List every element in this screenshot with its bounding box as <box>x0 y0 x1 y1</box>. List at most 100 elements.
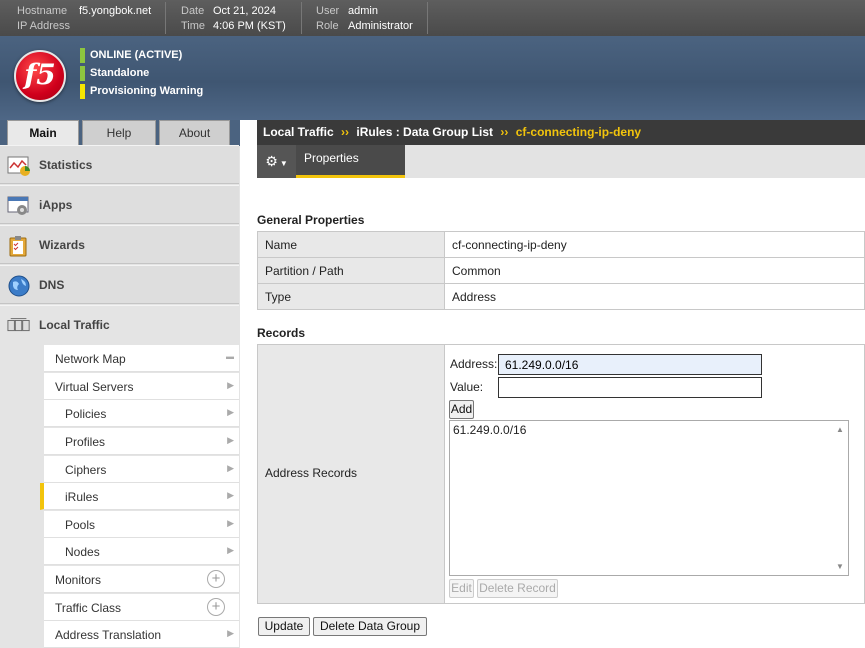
host-info: Hostname f5.yongbok.net IP Address <box>17 4 151 34</box>
scroll-down-icon[interactable]: ▼ <box>836 562 844 571</box>
time-value: 4:06 PM (KST) <box>213 20 286 32</box>
nav-wizards[interactable]: Wizards <box>0 225 239 264</box>
general-properties-table: Name cf-connecting-ip-deny Partition / P… <box>257 231 865 310</box>
name-value: cf-connecting-ip-deny <box>444 231 865 258</box>
status-online: ONLINE (ACTIVE) <box>80 48 182 63</box>
type-value: Address <box>444 283 865 310</box>
chevron-right-icon: ▶ <box>227 380 234 390</box>
sidebar-item-monitors[interactable]: Monitors + <box>44 566 239 593</box>
partition-path-value: Common <box>444 257 865 284</box>
sidebar-item-traffic-class[interactable]: Traffic Class + <box>44 594 239 621</box>
nav-dns[interactable]: DNS <box>0 265 239 304</box>
status-provisioning-text[interactable]: Provisioning Warning <box>90 85 203 97</box>
chevron-right-icon: ▶ <box>227 435 234 445</box>
breadcrumb-local-traffic[interactable]: Local Traffic <box>263 125 334 139</box>
role-value: Administrator <box>348 20 413 32</box>
iapps-icon <box>7 196 29 215</box>
sidebar-item-irules[interactable]: iRules ▶ <box>40 483 239 510</box>
sidebar-item-label: Monitors <box>55 573 102 587</box>
sidebar-item-label: Traffic Class <box>55 601 122 615</box>
user-value: admin <box>348 5 378 17</box>
chevron-right-icon: ▶ <box>227 490 234 500</box>
list-icon: ▬ <box>226 352 234 361</box>
table-row: Name cf-connecting-ip-deny <box>257 231 865 258</box>
add-button[interactable]: Add <box>449 400 474 419</box>
delete-data-group-button[interactable]: Delete Data Group <box>313 617 427 636</box>
value-input[interactable] <box>498 377 762 398</box>
breadcrumb-current: cf-connecting-ip-deny <box>515 125 642 139</box>
wizards-icon <box>9 236 27 257</box>
add-icon[interactable]: + <box>207 598 225 616</box>
ip-address-label: IP Address <box>17 20 70 32</box>
settings-menu-button[interactable]: ⚙ ▼ <box>257 145 296 178</box>
sidebar-item-policies[interactable]: Policies ▶ <box>44 400 239 427</box>
nav-local-traffic-label: Local Traffic <box>39 318 110 332</box>
f5-logo[interactable]: f5 <box>14 50 66 102</box>
sidebar-item-label: Network Map <box>55 352 126 366</box>
chevron-down-icon: ▼ <box>279 159 288 168</box>
address-input[interactable] <box>498 354 762 375</box>
address-records-label: Address Records <box>265 466 358 480</box>
add-icon[interactable]: + <box>207 570 225 588</box>
table-row: Partition / Path Common <box>257 257 865 284</box>
delete-record-button[interactable]: Delete Record <box>477 579 558 598</box>
nav-local-traffic[interactable]: Local Traffic <box>0 305 239 344</box>
tab-about[interactable]: About <box>159 120 230 146</box>
role-label: Role <box>316 20 339 32</box>
breadcrumb: Local Traffic ›› iRules : Data Group Lis… <box>257 120 865 145</box>
sidebar-item-network-map[interactable]: Network Map ▬ <box>44 345 239 372</box>
sidebar-item-virtual-servers[interactable]: Virtual Servers ▶ <box>44 373 239 400</box>
tab-help[interactable]: Help <box>82 120 156 146</box>
breadcrumb-data-group-list[interactable]: iRules : Data Group List <box>356 125 493 139</box>
sidebar-item-label: Profiles <box>65 435 106 449</box>
chevron-right-icon: ▶ <box>227 518 234 528</box>
date-label: Date <box>181 5 205 17</box>
sidebar-item-label: iRules <box>65 490 99 504</box>
nav-dns-label: DNS <box>39 278 65 292</box>
status-standalone-text: Standalone <box>90 67 150 79</box>
name-label: Name <box>257 231 445 258</box>
tab-properties[interactable]: Properties <box>296 145 405 178</box>
nav-wizards-label: Wizards <box>39 238 85 252</box>
address-records-list[interactable]: 61.249.0.0/16 ▲ ▼ <box>449 420 849 576</box>
statistics-icon <box>7 156 30 176</box>
value-label: Value: <box>450 380 484 394</box>
chevron-right-icon: ▶ <box>227 407 234 417</box>
sidebar-item-pools[interactable]: Pools ▶ <box>44 511 239 538</box>
status-indicator <box>80 84 85 99</box>
dns-globe-icon <box>8 275 30 297</box>
edit-button[interactable]: Edit <box>449 579 474 598</box>
sidebar-item-ciphers[interactable]: Ciphers ▶ <box>44 456 239 483</box>
list-item[interactable]: 61.249.0.0/16 <box>453 423 526 437</box>
nav-statistics[interactable]: Statistics <box>0 145 239 184</box>
sidebar-item-address-translation[interactable]: Address Translation ▶ <box>44 621 239 648</box>
date-value: Oct 21, 2024 <box>213 5 276 17</box>
tab-main[interactable]: Main <box>7 120 79 146</box>
chevron-right-icon: ▶ <box>227 463 234 473</box>
address-label: Address: <box>450 357 498 371</box>
general-properties-title: General Properties <box>257 213 365 227</box>
sidebar-item-label: Ciphers <box>65 463 107 477</box>
scroll-up-icon[interactable]: ▲ <box>836 425 844 434</box>
nav-iapps[interactable]: iApps <box>0 185 239 224</box>
status-indicator <box>80 48 85 63</box>
type-label: Type <box>257 283 445 310</box>
sidebar-item-profiles[interactable]: Profiles ▶ <box>44 428 239 455</box>
sidebar-item-label: Virtual Servers <box>55 380 134 394</box>
banner: f5 ONLINE (ACTIVE) Standalone Provisioni… <box>0 36 865 120</box>
address-records-label-cell: Address Records <box>258 345 445 603</box>
table-row: Type Address <box>257 283 865 310</box>
sidebar-item-label: Address Translation <box>55 628 162 642</box>
status-standalone: Standalone <box>80 66 149 81</box>
status-provisioning-warning[interactable]: Provisioning Warning <box>80 84 203 99</box>
breadcrumb-separator: ›› <box>341 125 350 139</box>
main-tabs: Main Help About <box>0 120 240 146</box>
datetime-info: Date Oct 21, 2024 Time 4:06 PM (KST) <box>181 4 286 34</box>
chevron-right-icon: ▶ <box>227 545 234 555</box>
partition-path-label: Partition / Path <box>257 257 445 284</box>
left-navigation: Main Help About Statistics iApps Wizards <box>0 120 240 648</box>
sidebar-item-label: Pools <box>65 518 96 532</box>
sidebar-item-nodes[interactable]: Nodes ▶ <box>44 538 239 565</box>
update-button[interactable]: Update <box>258 617 310 636</box>
scrollbar[interactable]: ▲ ▼ <box>832 421 848 575</box>
